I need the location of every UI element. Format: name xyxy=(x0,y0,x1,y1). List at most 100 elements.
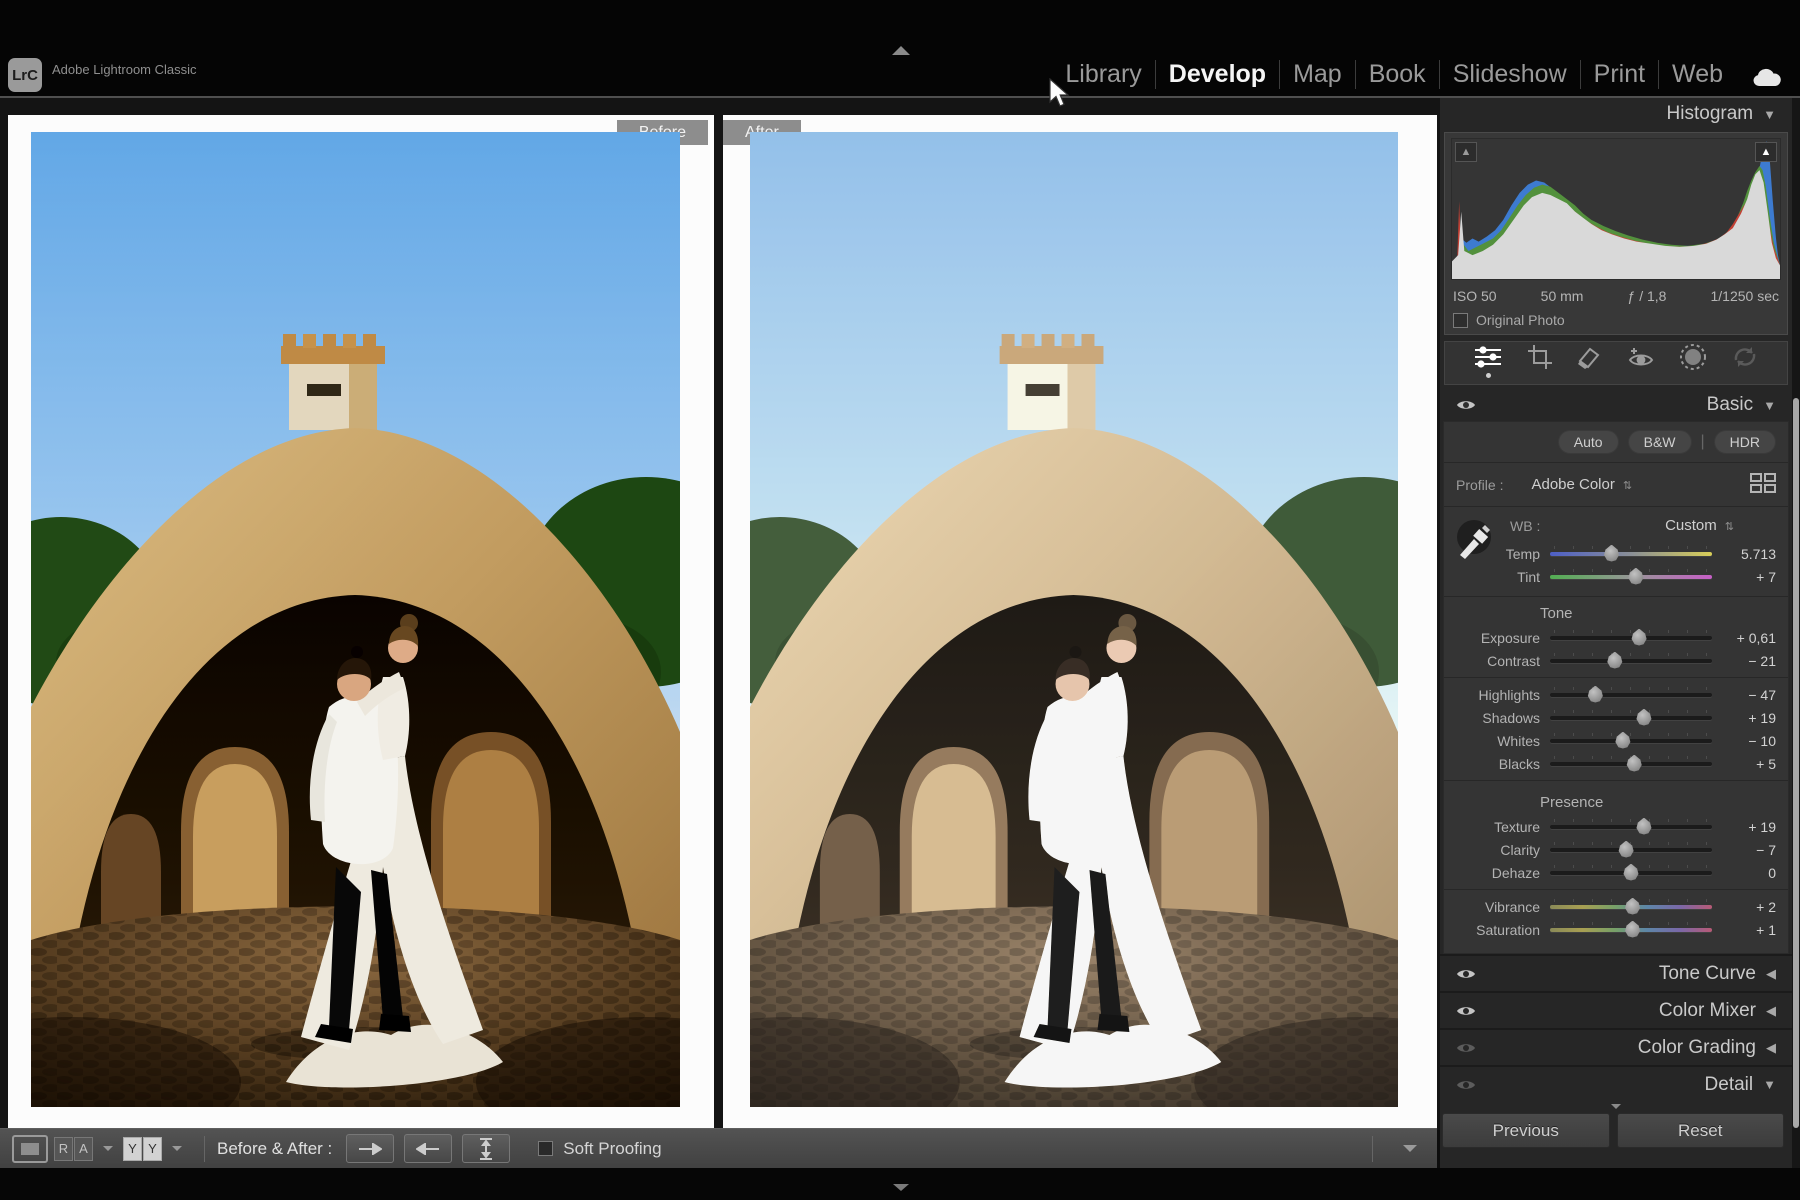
tone-section-label[interactable]: Tone xyxy=(1444,597,1788,626)
profile-label: Profile : xyxy=(1456,477,1503,493)
highlight-clipping-icon[interactable]: ▲ xyxy=(1755,142,1777,162)
profile-browser-icon[interactable] xyxy=(1750,473,1776,496)
blacks-slider-thumb[interactable] xyxy=(1626,755,1642,772)
shadows-slider[interactable] xyxy=(1550,716,1712,720)
clarity-slider[interactable] xyxy=(1550,848,1712,852)
detail-panel-header[interactable]: Detail xyxy=(1440,1065,1792,1102)
shadow-clipping-icon[interactable]: ▲ xyxy=(1455,142,1477,162)
texture-slider[interactable] xyxy=(1550,825,1712,829)
tint-slider-thumb[interactable] xyxy=(1628,568,1644,585)
tint-slider[interactable] xyxy=(1550,575,1712,579)
vibrance-slider-thumb[interactable] xyxy=(1625,898,1641,915)
original-photo-label: Original Photo xyxy=(1476,312,1565,328)
compare-view-button[interactable]: R A xyxy=(54,1137,93,1161)
wb-select[interactable]: Custom⇅ xyxy=(1665,517,1734,534)
bw-button[interactable]: B&W xyxy=(1628,430,1692,454)
highlights-slider-thumb[interactable] xyxy=(1587,686,1603,703)
after-photo[interactable] xyxy=(750,132,1398,1107)
highlights-slider[interactable] xyxy=(1550,693,1712,697)
shadows-slider-thumb[interactable] xyxy=(1636,709,1652,726)
copy-before-to-after-button[interactable] xyxy=(346,1134,394,1163)
top-panel-reveal-arrow-icon[interactable] xyxy=(892,46,910,55)
soft-proofing-checkbox[interactable] xyxy=(538,1141,553,1156)
original-photo-checkbox[interactable] xyxy=(1453,313,1468,328)
compare-view-caret-icon[interactable] xyxy=(103,1146,113,1151)
app-title: Adobe Lightroom Classic xyxy=(52,62,197,77)
whites-slider-thumb[interactable] xyxy=(1615,732,1631,749)
before-photo[interactable] xyxy=(31,132,680,1107)
histogram-title: Histogram xyxy=(1667,103,1754,125)
before-after-view-button[interactable]: Y Y xyxy=(123,1137,162,1161)
crop-tool-icon[interactable] xyxy=(1527,344,1553,378)
presence-section-label[interactable]: Presence xyxy=(1444,786,1788,815)
color-grading-panel-header[interactable]: Color Grading xyxy=(1440,1028,1792,1065)
aperture-value: ƒ / 1,8 xyxy=(1628,288,1667,304)
blacks-slider[interactable] xyxy=(1550,762,1712,766)
basic-eye-icon[interactable] xyxy=(1456,398,1476,412)
before-photo-scene xyxy=(31,132,680,1107)
texture-slider-thumb[interactable] xyxy=(1636,818,1652,835)
reset-button[interactable]: Reset xyxy=(1617,1113,1785,1148)
red-eye-tool-icon[interactable] xyxy=(1627,344,1655,378)
color-grading-eye-icon[interactable] xyxy=(1456,1041,1476,1055)
color-mixer-panel-header[interactable]: Color Mixer xyxy=(1440,991,1792,1028)
histogram-graph[interactable]: ▲ ▲ xyxy=(1451,138,1781,280)
profile-select[interactable]: Adobe Color⇅ xyxy=(1531,476,1632,493)
saturation-slider-thumb[interactable] xyxy=(1625,921,1641,938)
scrollbar-thumb[interactable] xyxy=(1793,398,1799,1128)
before-after-view-caret-icon[interactable] xyxy=(172,1146,182,1151)
dehaze-slider-thumb[interactable] xyxy=(1623,864,1639,881)
wb-eyedropper-icon[interactable] xyxy=(1454,517,1494,566)
temp-slider[interactable] xyxy=(1550,552,1712,556)
module-print[interactable]: Print xyxy=(1580,60,1658,89)
slider-dehaze: Dehaze 0 xyxy=(1444,861,1788,884)
temp-slider-thumb[interactable] xyxy=(1604,545,1620,562)
basic-panel-header[interactable]: Basic xyxy=(1440,391,1792,419)
dehaze-slider[interactable] xyxy=(1550,871,1712,875)
vibrance-slider[interactable] xyxy=(1550,905,1712,909)
sync-tool-icon[interactable] xyxy=(1731,344,1759,378)
slider-highlights: Highlights − 47 xyxy=(1444,683,1788,706)
exposure-slider-thumb[interactable] xyxy=(1631,629,1647,646)
focal-length-value: 50 mm xyxy=(1541,288,1584,304)
module-slideshow[interactable]: Slideshow xyxy=(1439,60,1580,89)
tone-curve-eye-icon[interactable] xyxy=(1456,967,1476,981)
healing-tool-icon[interactable] xyxy=(1577,344,1603,378)
tone-curve-panel-header[interactable]: Tone Curve xyxy=(1440,954,1792,991)
detail-eye-icon[interactable] xyxy=(1456,1078,1476,1092)
module-web[interactable]: Web xyxy=(1658,60,1736,89)
after-photo-scene xyxy=(750,132,1398,1107)
module-picker-bar: LrC Adobe Lightroom Classic Library Deve… xyxy=(0,0,1800,96)
color-mixer-eye-icon[interactable] xyxy=(1456,1004,1476,1018)
contrast-slider-thumb[interactable] xyxy=(1607,652,1623,669)
whites-slider[interactable] xyxy=(1550,739,1712,743)
after-pane: After xyxy=(723,115,1437,1128)
toolbar-options-caret-icon[interactable] xyxy=(1403,1145,1417,1152)
adjust-sliders-tool-icon[interactable] xyxy=(1473,344,1503,378)
exposure-slider[interactable] xyxy=(1550,636,1712,640)
contrast-slider[interactable] xyxy=(1550,659,1712,663)
lrc-logo[interactable]: LrC xyxy=(8,58,42,92)
loupe-view-button[interactable] xyxy=(12,1135,48,1163)
wb-label: WB : xyxy=(1510,518,1540,534)
slider-whites: Whites − 10 xyxy=(1444,729,1788,752)
module-book[interactable]: Book xyxy=(1355,60,1439,89)
slider-exposure: Exposure + 0,61 xyxy=(1444,626,1788,649)
previous-button[interactable]: Previous xyxy=(1442,1113,1610,1148)
hdr-button[interactable]: HDR xyxy=(1714,430,1776,454)
histogram-panel-header[interactable]: Histogram xyxy=(1440,98,1792,130)
bottom-panel-reveal-arrow-icon[interactable] xyxy=(893,1184,909,1191)
module-develop[interactable]: Develop xyxy=(1155,60,1279,89)
right-panel-scrollbar[interactable] xyxy=(1792,98,1800,1172)
swap-before-after-button[interactable] xyxy=(462,1134,510,1163)
auto-button[interactable]: Auto xyxy=(1558,430,1619,454)
masking-tool-icon[interactable] xyxy=(1679,343,1707,379)
saturation-slider[interactable] xyxy=(1550,928,1712,932)
cloud-sync-icon[interactable] xyxy=(1752,68,1782,93)
clarity-slider-thumb[interactable] xyxy=(1618,841,1634,858)
lightroom-window: LrC Adobe Lightroom Classic Library Deve… xyxy=(0,0,1800,1200)
basic-title: Basic xyxy=(1707,394,1753,416)
copy-after-to-before-button[interactable] xyxy=(404,1134,452,1163)
before-after-label: Before & After : xyxy=(217,1139,332,1159)
module-map[interactable]: Map xyxy=(1279,60,1355,89)
